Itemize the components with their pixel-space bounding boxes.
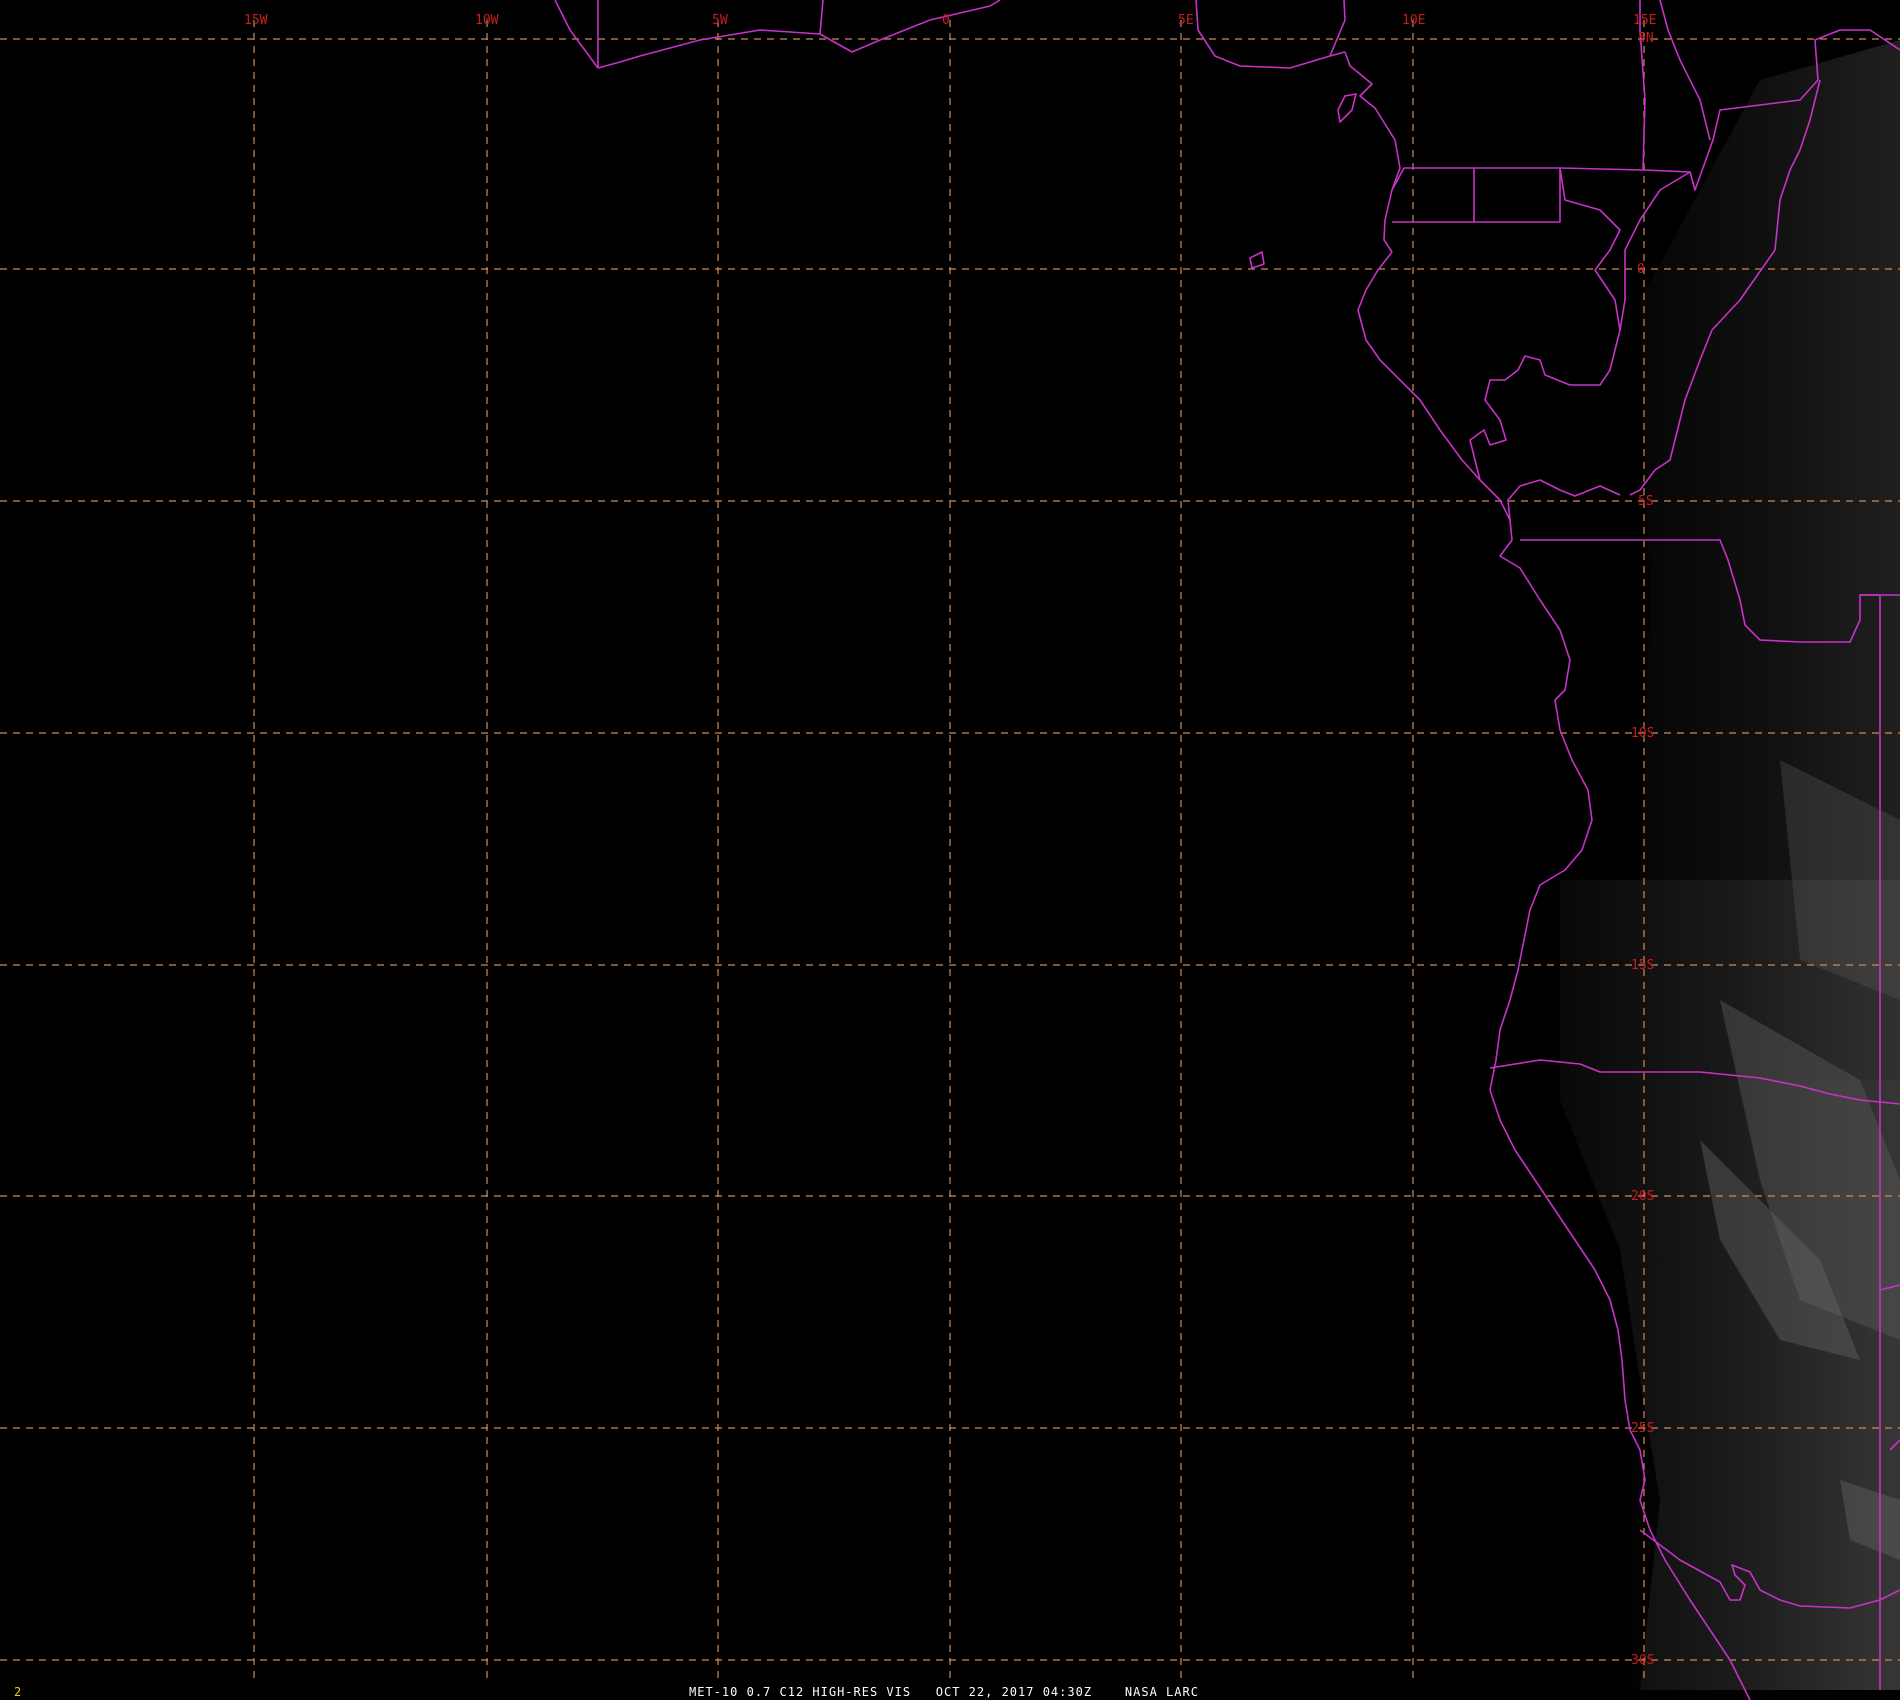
gabon-coast xyxy=(1357,251,1511,521)
lon-label-15e: 15E xyxy=(1633,13,1656,28)
cameroon-coast xyxy=(1344,51,1401,253)
togo-border xyxy=(819,0,824,35)
lat-label-20s: 20S xyxy=(1631,1189,1654,1204)
cabinda-border xyxy=(1507,479,1621,521)
lat-label-5s: 5S xyxy=(1638,494,1654,509)
lon-label-5e: 5E xyxy=(1178,13,1194,28)
gabon-congo-border xyxy=(1469,167,1621,481)
lat-label-30s: 30S xyxy=(1631,1653,1654,1668)
nigeria-cameroon-border xyxy=(1329,0,1346,57)
illuminated-region xyxy=(1560,40,1900,1690)
nigeria-coast xyxy=(1195,0,1346,69)
lat-label-0: 0 xyxy=(1637,262,1645,277)
eq-guinea-border xyxy=(1391,167,1475,223)
graticule xyxy=(0,20,1900,1680)
image-caption: MET-10 0.7 C12 HIGH-RES VIS OCT 22, 2017… xyxy=(689,1685,1199,1699)
lon-label-10w: 10W xyxy=(475,13,499,28)
lon-label-10e: 10E xyxy=(1402,13,1425,28)
lat-label-15s: 15S xyxy=(1631,958,1654,973)
frame-number: 2 xyxy=(14,1685,21,1699)
lat-label-10s: 10S xyxy=(1631,726,1654,741)
lat-label-5n: 5N xyxy=(1638,31,1654,46)
gulf-of-guinea-coast xyxy=(554,0,1001,69)
satellite-map: 15W 10W 5W 0 5E 10E 15E 5N 0 5S 10S 15S … xyxy=(0,0,1900,1700)
sao-tome-island xyxy=(1249,251,1265,269)
lon-label-5w: 5W xyxy=(712,13,728,28)
lon-label-0: 0 xyxy=(942,13,950,28)
lon-label-15w: 15W xyxy=(244,13,268,28)
lat-label-25s: 25S xyxy=(1631,1421,1654,1436)
bioko-island xyxy=(1337,93,1357,123)
